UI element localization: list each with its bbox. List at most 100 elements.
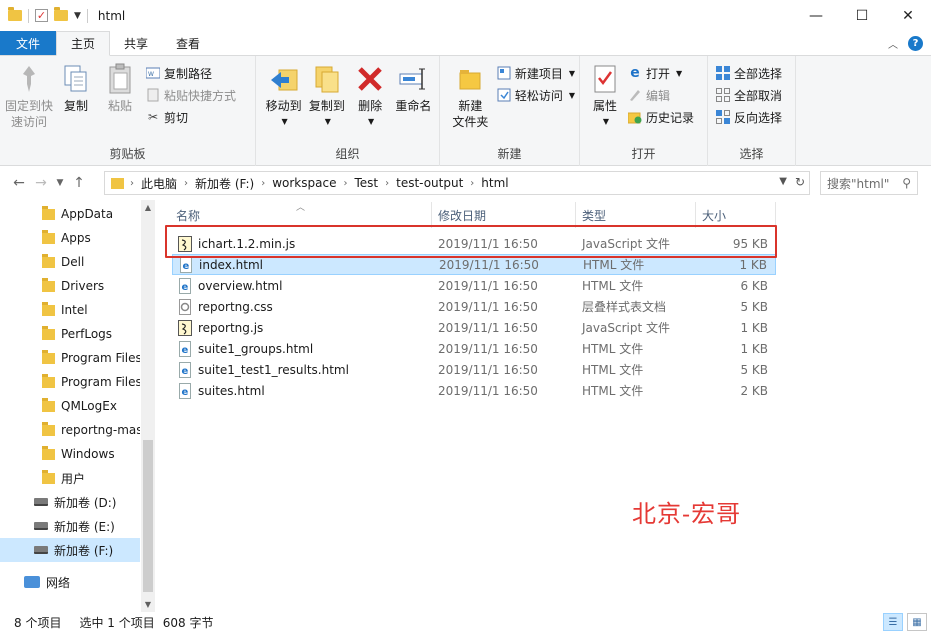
history-button[interactable]: 历史记录 (628, 108, 694, 126)
search-box[interactable]: 搜索"html" ⚲ (820, 171, 918, 195)
file-row[interactable]: reportng.js 2019/11/1 16:50 JavaScript 文件 1… (172, 317, 776, 338)
scroll-up-chevron-icon[interactable]: ▲ (141, 203, 155, 212)
paste-shortcut-label: 粘贴快捷方式 (164, 88, 237, 103)
new-item-button[interactable]: 新建项目 ▼ (497, 64, 575, 82)
address-bar[interactable]: › 此电脑 › 新加卷 (F:) › workspace › Test › test-o… (104, 171, 810, 195)
sidebar-item[interactable]: 用户 (0, 466, 140, 490)
new-folder-icon[interactable] (54, 7, 68, 21)
file-row[interactable]: e suites.html 2019/11/1 16:50 HTML 文件 2 KB (172, 380, 776, 401)
file-size: 1 KB (740, 320, 768, 335)
maximize-button[interactable]: ☐ (839, 0, 885, 31)
recent-locations-chevron-icon[interactable]: ▼ (52, 178, 68, 188)
minimize-button[interactable]: — (793, 0, 839, 31)
address-history-chevron-icon[interactable]: ▼ (779, 176, 787, 187)
window-controls: — ☐ ✕ (793, 0, 931, 31)
large-icons-view-icon[interactable]: ▦ (907, 613, 927, 631)
search-placeholder: 搜索"html" (827, 176, 890, 191)
sidebar-item[interactable]: Drivers (0, 274, 140, 298)
sidebar-item[interactable]: QMLogEx (0, 394, 140, 418)
file-row[interactable]: reportng.css 2019/11/1 16:50 层叠样式表文档 5 KB (172, 296, 776, 317)
select-none-button[interactable]: 全部取消 (716, 86, 782, 104)
group-label-open: 打开 (631, 147, 656, 161)
scroll-down-chevron-icon[interactable]: ▼ (141, 600, 155, 609)
file-name: reportng.css (198, 299, 273, 314)
scrollbar-thumb[interactable] (143, 440, 153, 592)
breadcrumb-this-pc[interactable]: 此电脑 (141, 175, 177, 192)
sidebar-item[interactable]: Apps (0, 226, 140, 250)
cut-button[interactable]: ✂ 剪切 (146, 108, 236, 126)
help-icon[interactable]: ? (908, 35, 923, 51)
file-name: suite1_groups.html (198, 341, 314, 356)
sidebar-item-label: 新加卷 (D:) (54, 495, 117, 510)
tab-share[interactable]: 共享 (110, 31, 162, 55)
group-clipboard: 固定到快 速访问 复制 粘贴 W 复制路径 粘贴快捷方式 ✂ 剪切 剪贴板 (0, 56, 256, 166)
properties-check-icon[interactable]: ✓ (35, 9, 48, 22)
sidebar-item-label: Windows (61, 447, 115, 461)
copy-path-button[interactable]: W 复制路径 (146, 64, 236, 82)
paste-label: 粘贴 (107, 99, 132, 113)
sidebar-item[interactable]: 新加卷 (D:) (0, 490, 140, 514)
sidebar-item[interactable]: PerfLogs (0, 322, 140, 346)
back-arrow-icon[interactable]: ← (8, 175, 30, 191)
sidebar-item[interactable]: Dell (0, 250, 140, 274)
breadcrumb-separator-icon[interactable]: › (261, 178, 265, 189)
file-row[interactable]: e suite1_groups.html 2019/11/1 16:50 HTML 文… (172, 338, 776, 359)
group-label-organize: 组织 (335, 147, 360, 161)
file-row[interactable]: e overview.html 2019/11/1 16:50 HTML 文件 6 KB (172, 275, 776, 296)
paste-shortcut-button[interactable]: 粘贴快捷方式 (146, 86, 236, 104)
refresh-icon[interactable]: ↻ (795, 175, 805, 189)
html-file-icon: e (178, 382, 192, 399)
folder-icon (42, 445, 55, 460)
sidebar-item[interactable]: Windows (0, 442, 140, 466)
folder-icon (42, 229, 55, 244)
breadcrumb-separator-icon[interactable]: › (385, 178, 389, 189)
file-modified-date: 2019/11/1 16:50 (438, 299, 538, 314)
open-button[interactable]: e 打开 ▼ (628, 64, 694, 82)
breadcrumb-separator-icon[interactable]: › (343, 178, 347, 189)
forward-arrow-icon[interactable]: → (30, 175, 52, 191)
invert-selection-button[interactable]: 反向选择 (716, 108, 782, 126)
folder-icon (42, 421, 55, 436)
breadcrumb-test[interactable]: Test (354, 176, 378, 190)
select-all-button[interactable]: 全部选择 (716, 64, 782, 82)
svg-text:W: W (148, 71, 154, 78)
sidebar-item[interactable]: 新加卷 (E:) (0, 514, 140, 538)
breadcrumb-separator-icon[interactable]: › (130, 178, 134, 189)
easy-access-button[interactable]: 轻松访问 ▼ (497, 86, 575, 104)
sidebar-item[interactable]: Intel (0, 298, 140, 322)
breadcrumb-drive-f[interactable]: 新加卷 (F:) (195, 175, 254, 192)
separator (28, 8, 29, 23)
sidebar-item[interactable]: AppData (0, 202, 140, 226)
file-row[interactable]: e suite1_test1_results.html 2019/11/1 16:5… (172, 359, 776, 380)
file-type: HTML 文件 (582, 363, 644, 377)
sort-ascending-icon: ︿ (296, 203, 306, 213)
close-button[interactable]: ✕ (885, 0, 931, 31)
edit-button[interactable]: 编辑 (628, 86, 694, 104)
file-type: HTML 文件 (582, 279, 644, 293)
breadcrumb-html[interactable]: html (481, 176, 508, 190)
tab-home[interactable]: 主页 (56, 31, 111, 56)
customize-toolbar-caret-icon[interactable]: ▼ (74, 11, 81, 21)
collapse-ribbon-chevron-icon[interactable]: ︿ (888, 36, 898, 51)
navigation-pane-scrollbar[interactable]: ▲ ▼ (141, 200, 155, 612)
tab-view[interactable]: 查看 (162, 31, 214, 55)
tab-file[interactable]: 文件 (0, 31, 57, 55)
sidebar-item[interactable]: 新加卷 (F:) (0, 538, 140, 562)
svg-text:e: e (183, 261, 190, 272)
select-all-label: 全部选择 (734, 66, 783, 81)
sidebar-item[interactable]: reportng-mas (0, 418, 140, 442)
search-icon[interactable]: ⚲ (902, 176, 911, 190)
details-view-icon[interactable]: ☰ (883, 613, 903, 631)
up-arrow-icon[interactable]: ↑ (68, 175, 90, 191)
sidebar-item[interactable]: 网络 (0, 570, 140, 594)
sidebar-item[interactable]: Program Files (0, 370, 140, 394)
sidebar-item[interactable]: Program Files (0, 346, 140, 370)
file-size: 2 KB (740, 383, 768, 398)
breadcrumb-separator-icon[interactable]: › (470, 178, 474, 189)
breadcrumb-test-output[interactable]: test-output (396, 176, 463, 190)
sidebar-item-label: 新加卷 (F:) (54, 543, 114, 558)
breadcrumb-workspace[interactable]: workspace (272, 176, 336, 190)
file-size: 5 KB (740, 299, 768, 314)
breadcrumb-separator-icon[interactable]: › (184, 178, 188, 189)
sidebar-item-label: Intel (61, 303, 88, 317)
